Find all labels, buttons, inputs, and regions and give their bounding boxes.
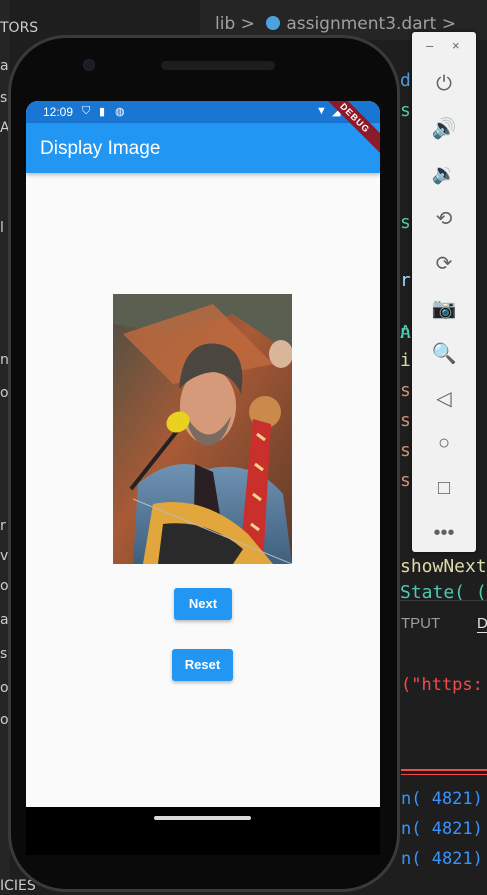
- tab-output[interactable]: TPUT: [401, 615, 440, 632]
- emulator-controls: – × ⏻ 🔊 🔉 ⟲ ⟳ 📷 🔍 ◁ ○ □ •••: [412, 32, 476, 552]
- wifi-icon: ▼: [316, 105, 327, 117]
- shield-icon: ⛉: [82, 105, 91, 117]
- close-button[interactable]: ×: [452, 38, 460, 53]
- output-line: n( 4821): [401, 819, 483, 839]
- breadcrumb[interactable]: lib > assignment3.dart >: [215, 14, 456, 34]
- home-gesture-bar[interactable]: [154, 816, 251, 820]
- code-line: i: [400, 350, 411, 371]
- navigation-bar: [26, 807, 380, 855]
- output-line: ("https:: [401, 675, 483, 695]
- tab-debug-console[interactable]: D: [477, 615, 487, 633]
- overview-icon[interactable]: □: [428, 472, 460, 504]
- phone-screen: 12:09 ⛉ ▮ ◍ ▼ ◢ ▮ Display Image DEBUG: [26, 101, 380, 807]
- app-title: Display Image: [40, 138, 161, 159]
- next-button[interactable]: Next: [174, 588, 232, 620]
- back-icon[interactable]: ◁: [428, 382, 460, 414]
- app-bar: Display Image: [26, 123, 380, 173]
- sync-icon: ◍: [115, 106, 125, 118]
- volume-up-icon[interactable]: 🔊: [428, 112, 460, 144]
- output-line: n( 4821): [401, 849, 483, 869]
- code-line: d: [400, 70, 411, 91]
- front-camera: [83, 59, 95, 71]
- code-line: State( (: [400, 582, 487, 600]
- rotate-left-icon[interactable]: ⟲: [428, 202, 460, 234]
- sidebar-fragment: r: [0, 518, 6, 534]
- panel-tabs: TPUT D: [395, 601, 487, 645]
- home-icon[interactable]: ○: [428, 427, 460, 459]
- output-line: n( 4821): [401, 789, 483, 809]
- displayed-image: [113, 294, 292, 564]
- camera-icon[interactable]: 📷: [428, 292, 460, 324]
- reset-button[interactable]: Reset: [172, 649, 233, 681]
- error-divider: [401, 769, 487, 775]
- sidebar-fragment: s: [0, 646, 8, 662]
- bottom-panel: TPUT D ("https: n( 4821) n( 4821) n( 4821): [395, 600, 487, 895]
- sidebar-fragment: s: [0, 90, 8, 106]
- earpiece-speaker: [161, 61, 275, 70]
- sidebar-fragment: TORS: [0, 20, 39, 36]
- status-time: 12:09: [43, 105, 74, 119]
- rotate-right-icon[interactable]: ⟳: [428, 247, 460, 279]
- sidebar-fragment: a: [0, 58, 9, 74]
- minimize-button[interactable]: –: [426, 38, 433, 53]
- breadcrumb-file[interactable]: assignment3.dart: [286, 14, 436, 34]
- zoom-icon[interactable]: 🔍: [428, 337, 460, 369]
- breadcrumb-separator: >: [441, 14, 456, 34]
- breadcrumb-separator: >: [240, 14, 255, 34]
- sidebar-fragment: l: [0, 220, 4, 236]
- sd-card-icon: ▮: [99, 106, 106, 118]
- power-icon[interactable]: ⏻: [428, 68, 460, 100]
- code-line: showNext: [400, 556, 487, 577]
- dart-file-icon: [266, 16, 281, 30]
- more-icon[interactable]: •••: [428, 517, 460, 549]
- breadcrumb-folder[interactable]: lib: [215, 14, 235, 34]
- status-bar: 12:09 ⛉ ▮ ◍ ▼ ◢ ▮: [26, 101, 380, 123]
- volume-down-icon[interactable]: 🔉: [428, 157, 460, 189]
